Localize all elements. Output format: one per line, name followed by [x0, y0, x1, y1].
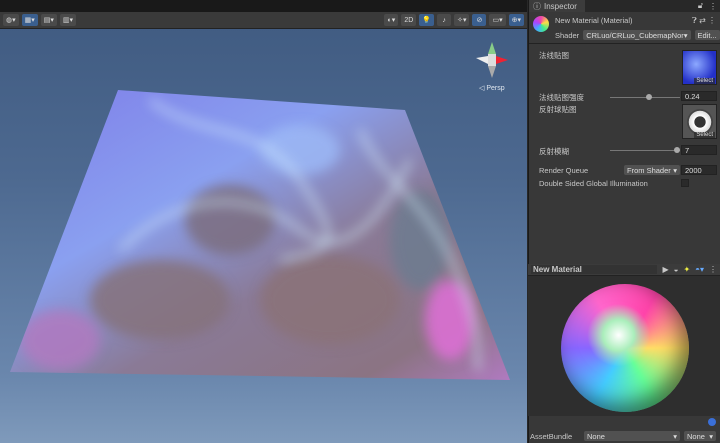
- render-queue-dropdown[interactable]: From Shader ▾: [624, 165, 680, 175]
- render-queue-field[interactable]: 2000: [681, 165, 717, 175]
- assetbundle-name-dropdown[interactable]: None ▾: [584, 431, 680, 441]
- light-icon[interactable]: ✦: [683, 265, 690, 274]
- background-icon[interactable]: ◓▾: [695, 265, 704, 274]
- normal-strength-field[interactable]: 0.24: [681, 91, 717, 101]
- settings-icon[interactable]: ⇄: [699, 16, 706, 25]
- help-icon[interactable]: ❓︎: [692, 16, 697, 25]
- reflect-blur-slider[interactable]: [610, 147, 680, 153]
- preview-title: New Material: [531, 265, 658, 274]
- play-icon[interactable]: ▶: [662, 265, 668, 274]
- orientation-gizmo[interactable]: [472, 40, 512, 80]
- dsgi-label: Double Sided Global Illumination: [539, 179, 648, 188]
- inspector-tab[interactable]: ⓘ Inspector: [529, 0, 585, 12]
- shader-label: Shader: [555, 30, 580, 40]
- menu-icon[interactable]: ⋮: [709, 2, 717, 11]
- normal-strength-slider[interactable]: [610, 94, 680, 100]
- material-plane[interactable]: [0, 0, 527, 443]
- reflect-blur-field[interactable]: 7: [681, 145, 717, 155]
- preview-menu-icon[interactable]: ⋮: [709, 265, 717, 274]
- material-icon: [533, 16, 549, 32]
- lock-icon[interactable]: 🔓︎: [698, 1, 703, 11]
- reflect-cubemap-thumbnail[interactable]: Select: [682, 104, 717, 139]
- material-preview: New Material ▶ ◒ ✦ ◓▾ ⋮: [528, 264, 720, 416]
- assetbundle-variant-dropdown[interactable]: None ▾: [684, 431, 716, 441]
- more-icon[interactable]: ⋮: [708, 16, 716, 25]
- normal-map-thumbnail[interactable]: Select: [682, 50, 717, 85]
- dsgi-checkbox[interactable]: [681, 179, 689, 187]
- preview-sphere[interactable]: [561, 284, 689, 412]
- edit-shader-button[interactable]: Edit...: [694, 30, 720, 40]
- assetbundle-label: AssetBundle: [530, 431, 573, 441]
- info-icon: ⓘ: [533, 1, 541, 11]
- sphere-mesh-icon[interactable]: ◒: [674, 265, 679, 274]
- scene-view[interactable]: ◍▾ ▦▾ ▤▾ ▥▾ ◐▾ 2D 💡 ♪ ✧▾ ⊘ ▭▾ ⊕▾ ◁ Persp: [0, 0, 527, 443]
- shader-dropdown[interactable]: CRLuo/CRLuo_CubemapNor ▾: [583, 30, 691, 40]
- asset-label-icon[interactable]: [708, 418, 716, 426]
- projection-label[interactable]: ◁ Persp: [479, 84, 505, 92]
